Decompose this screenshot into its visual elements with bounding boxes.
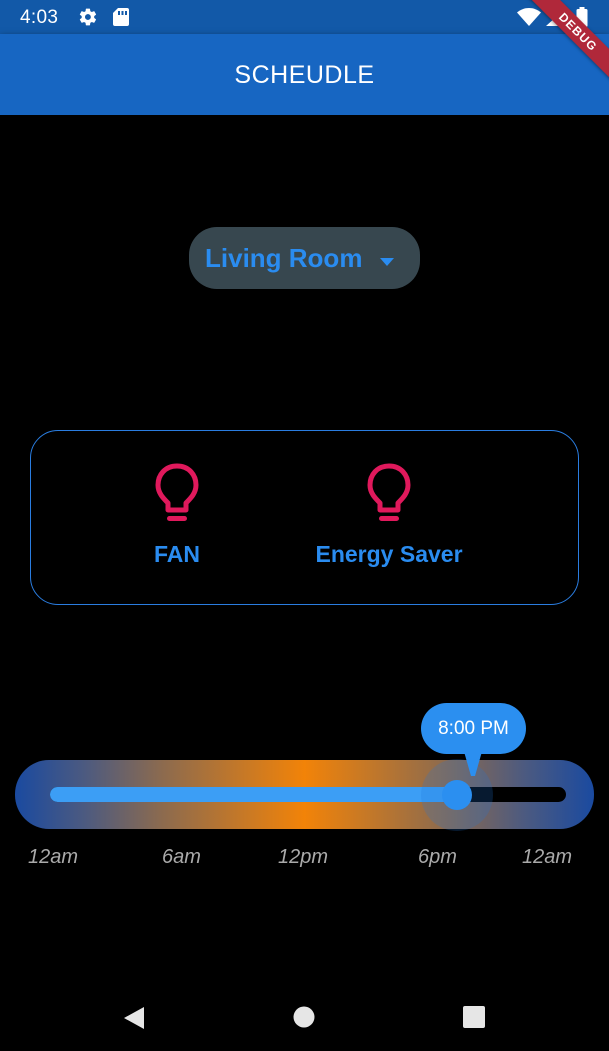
navigation-bar bbox=[0, 985, 609, 1051]
status-bar: 4:03 bbox=[0, 0, 609, 34]
back-icon[interactable] bbox=[120, 1005, 146, 1036]
wifi-icon bbox=[517, 8, 541, 31]
device-label: FAN bbox=[154, 541, 200, 567]
room-dropdown-value: Living Room bbox=[205, 242, 363, 273]
gear-icon bbox=[78, 7, 98, 32]
tick-label: 12am bbox=[28, 846, 79, 868]
device-energy-saver[interactable]: Energy Saver bbox=[301, 463, 477, 568]
tick-label: 6pm bbox=[418, 846, 457, 868]
tick-label: 12am bbox=[522, 846, 573, 868]
device-fan[interactable]: FAN bbox=[141, 463, 213, 568]
devices-panel: FAN Energy Saver bbox=[30, 430, 579, 605]
sd-card-icon bbox=[112, 7, 130, 32]
recents-icon[interactable] bbox=[462, 1005, 486, 1034]
time-value-bubble: 8:00 PM bbox=[421, 703, 526, 754]
lightbulb-icon bbox=[301, 463, 477, 525]
screen: 4:03 SCHEUDLE DEBUG Living Room FAN Ener… bbox=[0, 0, 609, 1051]
app-bar: SCHEUDLE bbox=[0, 34, 609, 115]
lightbulb-icon bbox=[141, 463, 213, 525]
time-slider-fill bbox=[50, 787, 457, 802]
time-slider-thumb[interactable] bbox=[441, 779, 472, 810]
tick-label: 6am bbox=[162, 846, 201, 868]
home-icon[interactable] bbox=[292, 1005, 316, 1034]
status-time: 4:03 bbox=[20, 7, 59, 28]
caret-down-icon bbox=[380, 253, 394, 271]
tick-label: 12pm bbox=[278, 846, 329, 868]
page-title: SCHEUDLE bbox=[234, 61, 375, 89]
room-dropdown[interactable]: Living Room bbox=[189, 227, 420, 289]
device-label: Energy Saver bbox=[315, 541, 463, 567]
